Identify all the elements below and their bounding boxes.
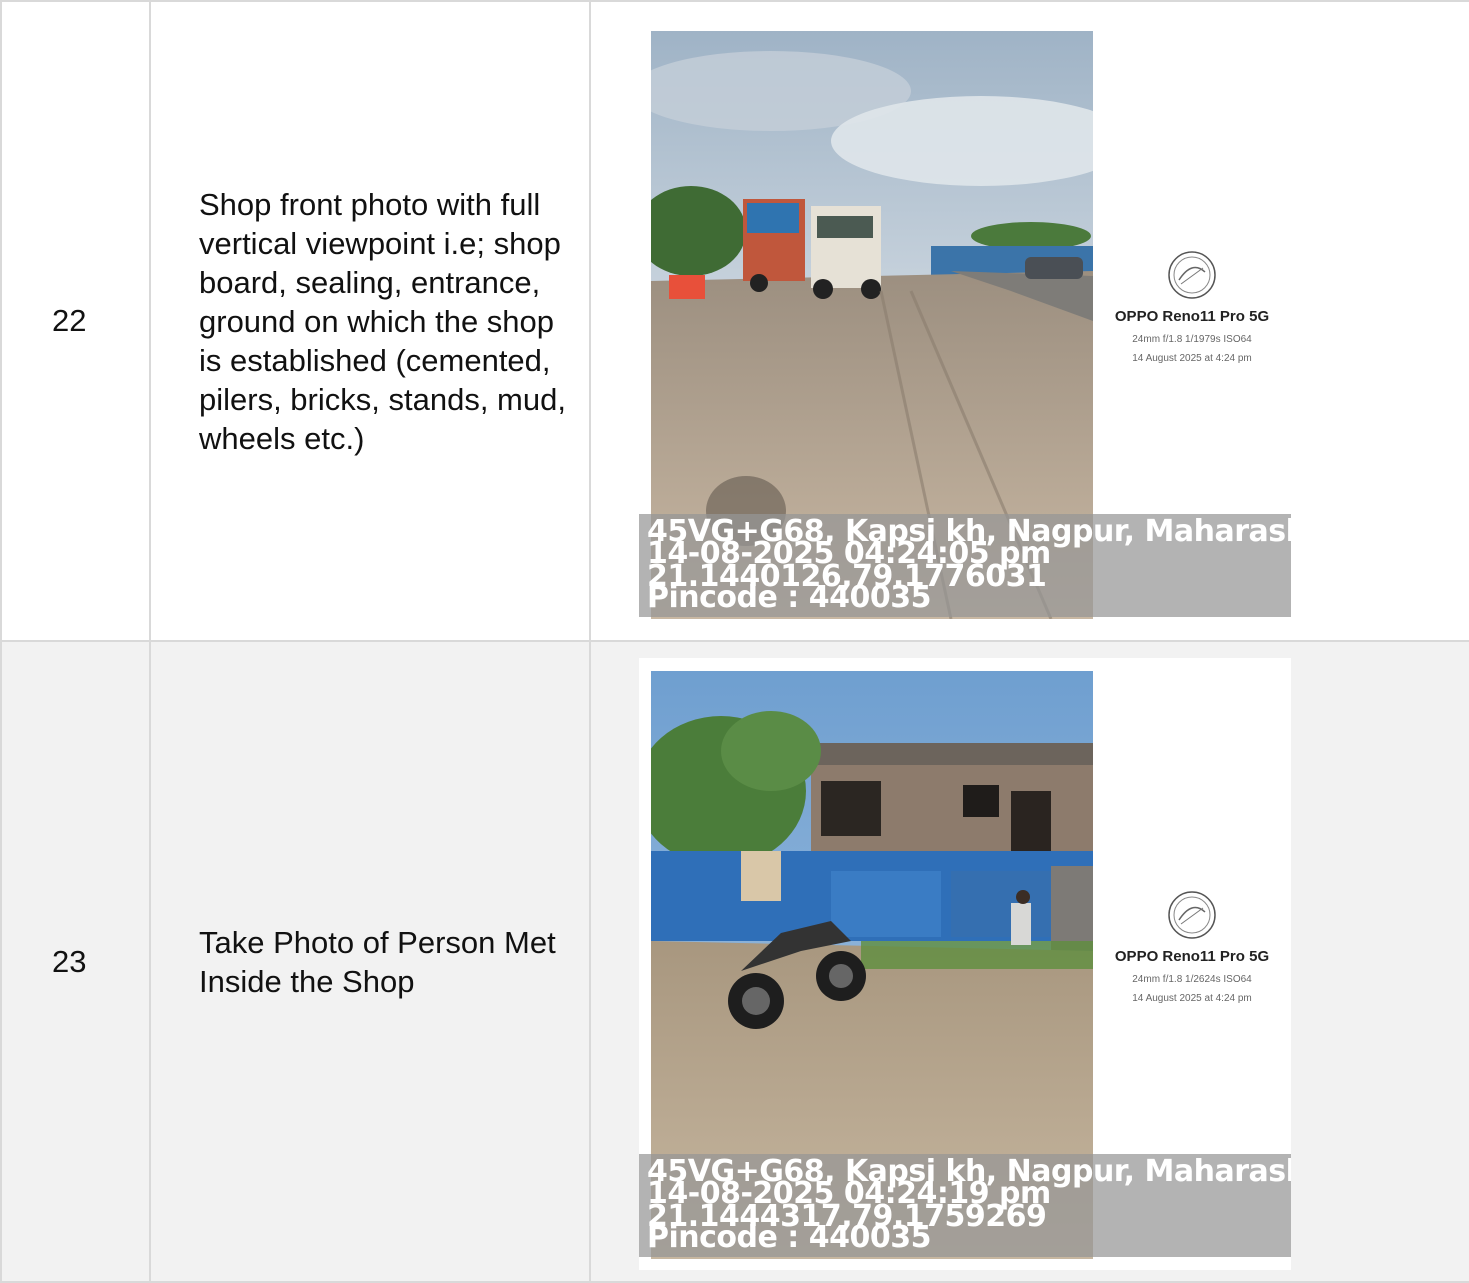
photo-cell: OPPO Reno11 Pro 5G 24mm f/1.8 1/1979s IS… [589,0,1469,642]
camera-watermark: OPPO Reno11 Pro 5G 24mm f/1.8 1/1979s IS… [1097,250,1287,364]
geotag-stamp: 45VG+G68, Kapsi kh, Nagpur, Maharashtra … [639,514,1291,617]
table-row: 23 Take Photo of Person Met Inside the S… [0,640,1469,1283]
camera-watermark: OPPO Reno11 Pro 5G 24mm f/1.8 1/2624s IS… [1097,890,1287,1004]
camera-seal-icon [1168,891,1216,939]
geotag-stamp: 45VG+G68, Kapsi kh, Nagpur, Maharashtra … [639,1154,1291,1257]
camera-seal-icon [1168,251,1216,299]
camera-model: OPPO Reno11 Pro 5G [1114,948,1270,965]
stamp-pincode: Pincode : 440035 [647,580,931,615]
stamp-pincode: Pincode : 440035 [647,1220,931,1255]
report-sheet: 22 Shop front photo with full vertical v… [0,0,1469,1283]
camera-date: 14 August 2025 at 4:24 pm [1132,353,1252,364]
camera-specs: 24mm f/1.8 1/1979s ISO64 [1132,334,1252,345]
camera-specs: 24mm f/1.8 1/2624s ISO64 [1132,974,1252,985]
photo-cell: OPPO Reno11 Pro 5G 24mm f/1.8 1/2624s IS… [589,640,1469,1283]
geotag-photo-card[interactable]: OPPO Reno11 Pro 5G 24mm f/1.8 1/1979s IS… [639,18,1291,630]
table-row: 22 Shop front photo with full vertical v… [0,0,1469,642]
row-number: 22 [0,0,151,642]
inspection-table: 22 Shop front photo with full vertical v… [0,0,1469,1283]
row-number: 23 [0,640,151,1283]
camera-date: 14 August 2025 at 4:24 pm [1132,993,1252,1004]
camera-model: OPPO Reno11 Pro 5G [1114,308,1270,325]
row-description: Shop front photo with full vertical view… [149,0,591,642]
geotag-photo-card[interactable]: OPPO Reno11 Pro 5G 24mm f/1.8 1/2624s IS… [639,658,1291,1270]
row-description: Take Photo of Person Met Inside the Shop [149,640,591,1283]
